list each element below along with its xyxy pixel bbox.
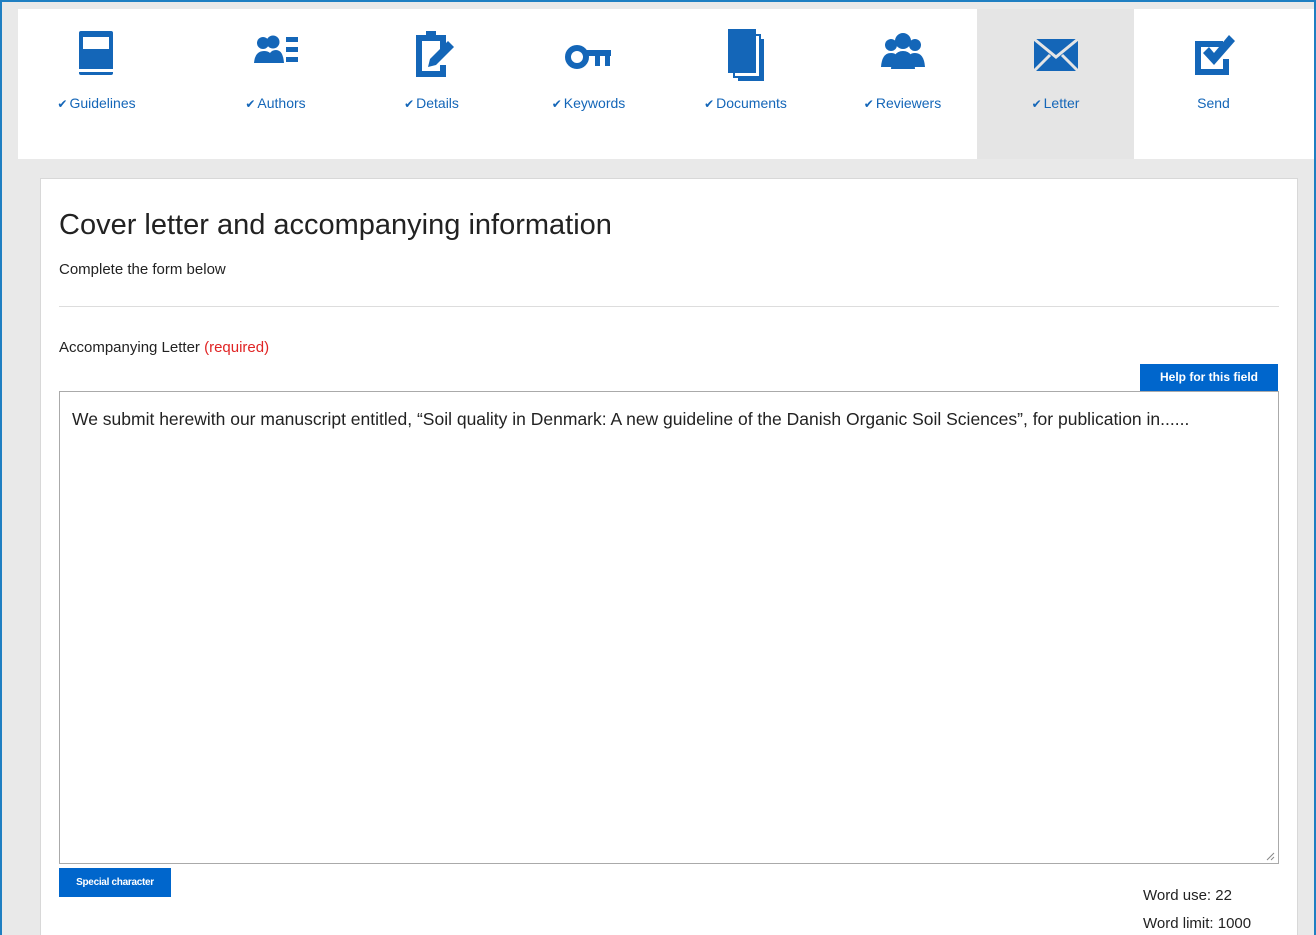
- divider: [59, 306, 1279, 307]
- page-title: Cover letter and accompanying informatio…: [59, 209, 612, 241]
- step-label: Reviewers: [875, 95, 942, 111]
- window-frame: ✔ Guidelines ✔ Authors ✔ Details ✔ Keywo…: [0, 0, 1316, 935]
- check-icon: ✔: [57, 97, 68, 111]
- step-authors[interactable]: ✔ Authors: [197, 9, 354, 159]
- checkbox-check-icon: [1187, 29, 1239, 81]
- clipboard-edit-icon: [406, 29, 458, 81]
- cover-letter-panel: Cover letter and accompanying informatio…: [40, 178, 1298, 935]
- key-icon: [563, 29, 615, 81]
- check-icon: ✔: [245, 97, 256, 111]
- envelope-icon: [1030, 29, 1082, 81]
- check-icon: ✔: [404, 97, 415, 111]
- step-documents[interactable]: ✔ Documents: [667, 9, 824, 159]
- resize-handle-icon[interactable]: [1265, 851, 1275, 861]
- page-subtitle: Complete the form below: [59, 261, 226, 278]
- letter-field-label: Accompanying Letter (required): [59, 339, 269, 356]
- step-letter[interactable]: ✔ Letter: [977, 9, 1134, 159]
- book-icon: [71, 29, 123, 81]
- documents-icon: [720, 29, 772, 81]
- step-label: Letter: [1043, 95, 1080, 111]
- letter-label-text: Accompanying Letter: [59, 339, 205, 356]
- users-group-icon: [877, 29, 929, 81]
- step-keywords[interactable]: ✔ Keywords: [510, 9, 667, 159]
- step-label: Guidelines: [69, 95, 136, 111]
- check-icon: ✔: [551, 97, 562, 111]
- step-label: Send: [1197, 95, 1230, 111]
- required-indicator: (required): [204, 339, 270, 356]
- step-label: Details: [416, 95, 459, 111]
- authors-list-icon: [250, 29, 302, 81]
- word-use-count: Word use: 22: [1143, 887, 1232, 904]
- step-label: Documents: [716, 95, 787, 111]
- help-for-field-button[interactable]: Help for this field: [1140, 364, 1278, 391]
- word-limit: Word limit: 1000: [1143, 915, 1252, 932]
- submission-steps-nav: ✔ Guidelines ✔ Authors ✔ Details ✔ Keywo…: [18, 9, 1314, 159]
- step-reviewers[interactable]: ✔ Reviewers: [824, 9, 981, 159]
- check-icon: ✔: [1031, 97, 1042, 111]
- step-label: Authors: [257, 95, 306, 111]
- special-character-button[interactable]: Special character: [59, 868, 171, 897]
- check-icon: ✔: [863, 97, 874, 111]
- accompanying-letter-textarea[interactable]: We submit herewith our manuscript entitl…: [59, 391, 1279, 864]
- step-details[interactable]: ✔ Details: [353, 9, 510, 159]
- step-guidelines[interactable]: ✔ Guidelines: [18, 9, 175, 159]
- step-send[interactable]: Send: [1134, 9, 1291, 159]
- step-label: Keywords: [563, 95, 626, 111]
- check-icon: ✔: [704, 97, 715, 111]
